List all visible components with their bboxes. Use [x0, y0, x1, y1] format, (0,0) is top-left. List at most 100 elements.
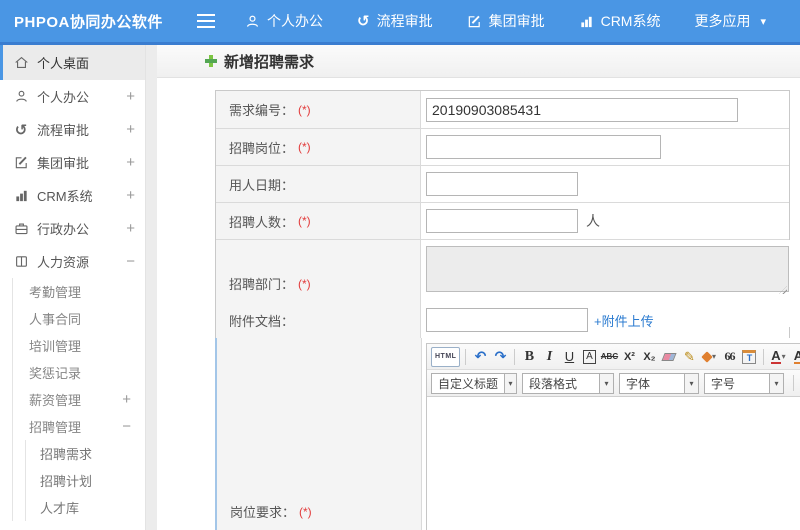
sidebar: 个人桌面 个人办公 + ↺ 流程审批 + 集团审批 + CRM系统 + 行政办公…: [0, 45, 145, 530]
nav-item-group-approval[interactable]: 集团审批: [467, 11, 545, 31]
user-icon: [13, 89, 29, 104]
font-size-select[interactable]: 字号 ▾: [704, 372, 784, 394]
editor-toolbar-row2: 自定义标题 ▾ 段落格式 ▾ 字体 ▾ 字号 ▾: [427, 370, 800, 397]
sidebar-item-crm[interactable]: CRM系统 +: [0, 179, 145, 212]
nav-item-personal-office[interactable]: 个人办公: [245, 11, 323, 31]
italic-icon[interactable]: I: [540, 347, 558, 367]
expand-toggle-icon[interactable]: +: [122, 154, 135, 171]
expand-toggle-icon[interactable]: +: [122, 220, 135, 237]
sidebar-item-label: 集团审批: [37, 156, 90, 171]
collapse-toggle-icon[interactable]: −: [118, 418, 131, 435]
superscript-icon[interactable]: X²: [620, 347, 638, 367]
autotypeset-button[interactable]: ▾: [700, 347, 718, 367]
bar-chart-icon: [579, 14, 594, 29]
html-source-button[interactable]: HTML: [431, 346, 461, 367]
sidebar-item-workflow-approval[interactable]: ↺ 流程审批 +: [0, 113, 145, 146]
sidebar-scrollbar[interactable]: [145, 45, 157, 530]
required-mark: (*): [298, 140, 311, 154]
sidebar-item-hr[interactable]: 人力资源 −: [0, 245, 145, 278]
headcount-unit-label: 人: [586, 213, 600, 229]
edit-square-icon: [467, 14, 482, 29]
nav-item-label: 集团审批: [488, 13, 545, 29]
book-icon: [13, 254, 29, 269]
expand-toggle-icon[interactable]: +: [122, 187, 135, 204]
undo-icon[interactable]: ↶: [471, 347, 489, 367]
hire-date-input[interactable]: [426, 172, 578, 196]
attachment-input[interactable]: [426, 308, 588, 332]
workflow-icon: ↺: [357, 12, 370, 30]
workflow-icon: ↺: [14, 121, 28, 139]
sidebar-item-admin-office[interactable]: 行政办公 +: [0, 212, 145, 245]
nav-item-label: 更多应用: [694, 13, 751, 29]
sidebar-item-label: 流程审批: [37, 123, 90, 138]
sidebar-item-group-approval[interactable]: 集团审批 +: [0, 146, 145, 179]
bold-icon[interactable]: B: [520, 347, 538, 367]
sidebar-item-salary[interactable]: 薪资管理 +: [13, 386, 145, 413]
toolbar-separator: [465, 348, 467, 365]
upload-attachment-link[interactable]: +附件上传: [594, 311, 654, 330]
content-area: 新增招聘需求 需求编号： (*) 招聘岗位： (*): [157, 45, 800, 530]
nav-item-workflow-approval[interactable]: ↺ 流程审批: [357, 11, 433, 31]
strikethrough-icon[interactable]: ABC: [600, 347, 618, 367]
editor-toolbar-row1: HTML ↶ ↷ B I U A ABC X² X₂ ✎ ▾ 66 T A ▾: [427, 344, 800, 370]
paste-filter-icon[interactable]: T: [742, 349, 757, 364]
sidebar-item-label: 人力资源: [37, 255, 90, 270]
subscript-icon[interactable]: X₂: [640, 347, 658, 367]
sidebar-item-recruit-plan[interactable]: 招聘计划: [26, 467, 145, 494]
sidebar-item-recruit-mgmt[interactable]: 招聘管理 −: [13, 413, 145, 440]
required-mark: (*): [298, 102, 311, 117]
page-title-bar: 新增招聘需求: [157, 45, 800, 78]
caret-down-icon: ▾: [760, 15, 766, 28]
form-row-headcount: 招聘人数： (*) 人: [216, 203, 789, 240]
department-textarea[interactable]: [426, 246, 789, 292]
expand-toggle-icon[interactable]: +: [118, 391, 131, 408]
collapse-toggle-icon[interactable]: −: [122, 253, 135, 270]
sidebar-item-talent-pool[interactable]: 人才库: [26, 494, 145, 521]
sidebar-item-label: 行政办公: [37, 222, 90, 237]
format-painter-icon[interactable]: ✎: [680, 347, 698, 367]
main-layout: 个人桌面 个人办公 + ↺ 流程审批 + 集团审批 + CRM系统 + 行政办公…: [0, 45, 800, 530]
request-no-input[interactable]: [426, 97, 738, 122]
nav-item-more-apps[interactable]: 更多应用 ▾: [694, 11, 766, 31]
user-icon: [245, 14, 260, 29]
custom-title-select[interactable]: 自定义标题 ▾: [431, 372, 517, 394]
sidebar-item-label: 个人桌面: [37, 56, 90, 71]
eraser-icon[interactable]: [661, 352, 678, 361]
headcount-input[interactable]: [426, 209, 578, 233]
nav-item-crm[interactable]: CRM系统: [579, 11, 661, 31]
autotypeset-icon: [701, 350, 713, 363]
plus-icon: [205, 55, 217, 67]
font-family-select[interactable]: 字体 ▾: [619, 372, 699, 394]
home-icon: [13, 55, 29, 70]
nav-item-label: CRM系统: [600, 13, 661, 29]
background-color-icon: A: [793, 349, 800, 364]
field-label: 招聘人数：: [229, 214, 295, 230]
sidebar-item-training[interactable]: 培训管理: [13, 332, 145, 359]
briefcase-icon: [13, 221, 29, 236]
position-input[interactable]: [426, 135, 661, 159]
field-label: 需求编号：: [229, 103, 295, 118]
toolbar-separator: [793, 375, 794, 391]
underline-icon[interactable]: U: [560, 347, 578, 367]
sidebar-item-reward-punish[interactable]: 奖惩记录: [13, 359, 145, 386]
sidebar-item-attendance[interactable]: 考勤管理: [13, 278, 145, 305]
font-border-icon[interactable]: A: [583, 349, 596, 364]
sidebar-item-personal-office[interactable]: 个人办公 +: [0, 80, 145, 113]
redo-icon[interactable]: ↷: [491, 347, 509, 367]
background-color-button[interactable]: A: [789, 347, 800, 367]
blockquote-icon[interactable]: 66: [720, 347, 738, 367]
sidebar-item-personal-desktop[interactable]: 个人桌面: [0, 45, 145, 80]
field-label: 用人日期：: [229, 177, 295, 193]
expand-toggle-icon[interactable]: +: [122, 88, 135, 105]
sidebar-item-recruit-request[interactable]: 招聘需求: [26, 440, 145, 467]
expand-toggle-icon[interactable]: +: [122, 121, 135, 138]
hamburger-menu-icon[interactable]: [197, 14, 217, 28]
caret-down-icon: ▾: [769, 373, 783, 393]
paragraph-format-select[interactable]: 段落格式 ▾: [522, 372, 614, 394]
navbar-menu: 个人办公 ↺ 流程审批 集团审批 CRM系统 更多应用 ▾: [245, 11, 800, 31]
page-title: 新增招聘需求: [224, 53, 315, 71]
font-color-button[interactable]: A ▾: [769, 347, 787, 367]
editor-content[interactable]: [427, 397, 800, 530]
caret-down-icon: ▾: [599, 373, 613, 393]
sidebar-item-hr-contract[interactable]: 人事合同: [13, 305, 145, 332]
